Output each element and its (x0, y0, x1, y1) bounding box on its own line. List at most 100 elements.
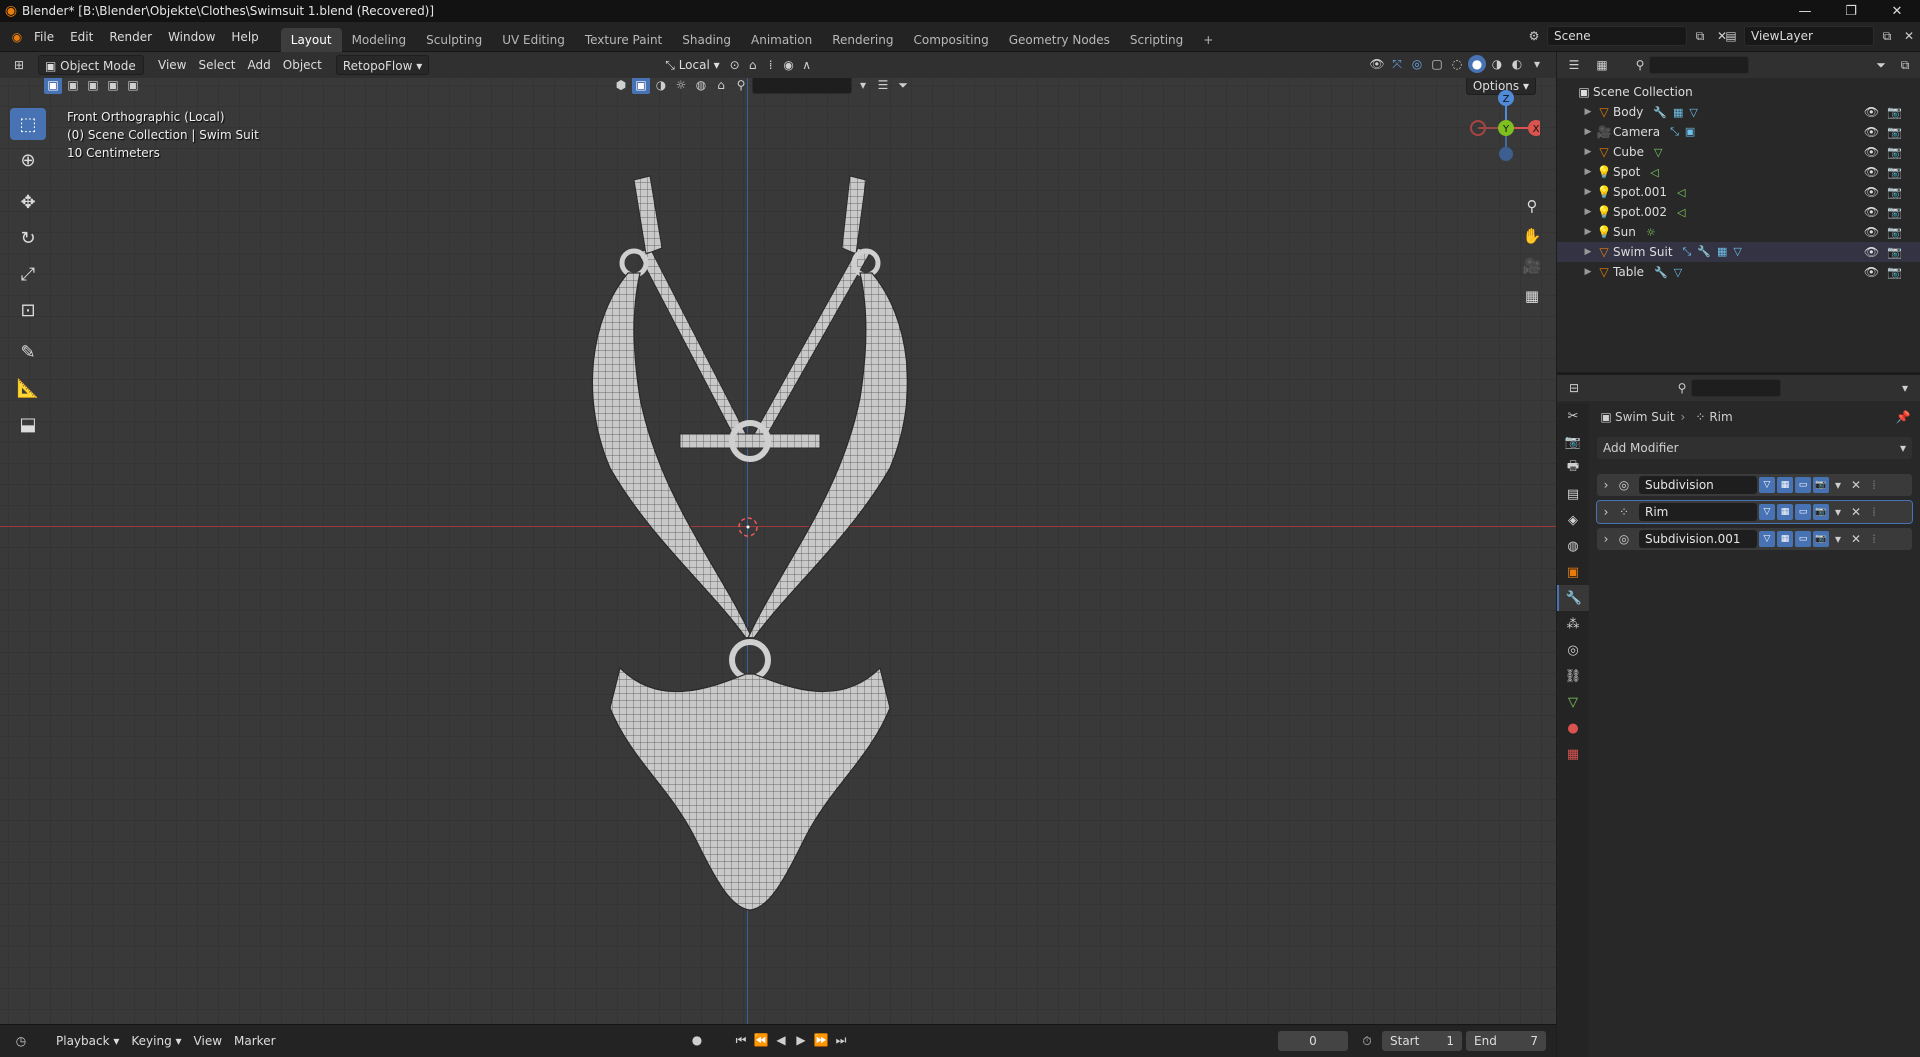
next-keyframe-icon[interactable]: ⏩ (812, 1031, 830, 1049)
overlay-toggle-icon[interactable]: ◎ (1408, 55, 1426, 73)
visibility-camera-icons[interactable]: 👁📷 (1864, 205, 1910, 219)
object-filter-icon[interactable]: ▣ (632, 78, 650, 94)
expand-arrow-icon[interactable]: ▶ (1581, 167, 1595, 177)
tab-geometry-nodes[interactable]: Geometry Nodes (999, 28, 1120, 52)
expand-arrow-icon[interactable]: ▶ (1581, 247, 1595, 257)
editor-type-icon[interactable]: ⊞ (10, 56, 28, 74)
edit-cage-toggle-icon[interactable]: ▽ (1759, 477, 1775, 493)
outliner-item-cube[interactable]: ▶ ▽ Cube ▽ 👁📷 (1557, 142, 1920, 162)
menu-window[interactable]: Window (160, 26, 223, 48)
new-view-layer-icon[interactable]: ⧉ (1878, 27, 1896, 45)
render-tab-icon[interactable]: 📷 (1557, 429, 1589, 455)
expand-arrow-icon[interactable]: ▶ (1581, 207, 1595, 217)
scene-tab-icon[interactable]: ◈ (1557, 507, 1589, 533)
scene-name-field[interactable]: Scene (1547, 26, 1687, 46)
modifier-subdivision-001[interactable]: › ◎ Subdivision.001 ▽ ▦ ▭ 📷 ▾ ✕ ⁞ (1597, 528, 1912, 550)
close-window-button[interactable]: ✕ (1874, 0, 1920, 22)
add-cube-tool-icon[interactable]: ⬓ (10, 408, 46, 440)
display-mode-icon[interactable]: ▦ (1593, 56, 1611, 74)
expand-arrow-icon[interactable]: › (1597, 530, 1615, 548)
cube-filter-icon[interactable]: ⬢ (612, 78, 630, 94)
object-tab-icon[interactable]: ▣ (1557, 559, 1589, 585)
timeline-editor-icon[interactable]: ◷ (12, 1032, 30, 1050)
new-scene-icon[interactable]: ⧉ (1691, 27, 1709, 45)
select-invert-icon[interactable]: ▣ (104, 78, 122, 94)
play-icon[interactable]: ▶ (792, 1031, 810, 1049)
tab-compositing[interactable]: Compositing (903, 28, 998, 52)
render-toggle-icon[interactable]: 📷 (1813, 477, 1829, 493)
filter-dropdown-icon[interactable]: ▾ (854, 78, 872, 94)
outliner-item-table[interactable]: ▶ ▽ Table 🔧▽ 👁📷 (1557, 262, 1920, 282)
menu-add[interactable]: Add (242, 55, 277, 75)
tab-shading[interactable]: Shading (672, 28, 741, 52)
modifier-tab-icon[interactable]: 🔧 (1557, 585, 1589, 611)
navigation-gizmo[interactable]: Z X Y (1460, 86, 1540, 166)
pivot-icon[interactable]: ⊙ (726, 56, 744, 74)
expand-arrow-icon[interactable]: ▶ (1581, 147, 1595, 157)
timeline-view-menu[interactable]: View (188, 1031, 228, 1051)
add-modifier-dropdown[interactable]: Add Modifier ▾ (1597, 437, 1912, 459)
menu-help[interactable]: Help (223, 26, 266, 48)
render-toggle-icon[interactable]: 📷 (1813, 531, 1829, 547)
camera-view-icon[interactable]: 🎥 (1518, 252, 1546, 280)
expand-arrow-icon[interactable]: › (1597, 476, 1615, 494)
viewport-toggle-icon[interactable]: ▭ (1795, 477, 1811, 493)
start-frame-field[interactable]: Start 1 (1382, 1031, 1462, 1051)
outliner-item-spot-001[interactable]: ▶ 💡 Spot.001 ◁ 👁📷 (1557, 182, 1920, 202)
prev-keyframe-icon[interactable]: ⏪ (752, 1031, 770, 1049)
outliner-item-spot[interactable]: ▶ 💡 Spot ◁ 👁📷 (1557, 162, 1920, 182)
menu-edit[interactable]: Edit (62, 26, 101, 48)
timer-icon[interactable]: ⏱ (1358, 1032, 1376, 1050)
constraints-tab-icon[interactable]: ⛓ (1557, 663, 1589, 689)
expand-arrow-icon[interactable]: ▶ (1581, 267, 1595, 277)
keying-menu[interactable]: Keying ▾ (125, 1031, 187, 1051)
modifier-menu-icon[interactable]: ▾ (1829, 503, 1847, 521)
zoom-icon[interactable]: ⚲ (1518, 192, 1546, 220)
outliner-item-sun[interactable]: ▶ 💡 Sun ☼ 👁📷 (1557, 222, 1920, 242)
visibility-camera-icons[interactable]: 👁📷 (1864, 105, 1910, 119)
rendered-shading-icon[interactable]: ◐ (1508, 55, 1526, 73)
edit-cage-toggle-icon[interactable]: ▽ (1759, 504, 1775, 520)
funnel-icon[interactable]: ⏷ (894, 78, 912, 94)
viewport-toggle-icon[interactable]: ▭ (1795, 531, 1811, 547)
visibility-camera-icons[interactable]: 👁📷 (1864, 225, 1910, 239)
drag-handle-icon[interactable]: ⁞ (1865, 476, 1883, 494)
visibility-camera-icons[interactable]: 👁📷 (1864, 165, 1910, 179)
retopoflow-menu[interactable]: RetopoFlow ▾ (335, 55, 430, 75)
modifier-menu-icon[interactable]: ▾ (1829, 530, 1847, 548)
mode-dropdown[interactable]: ▣ Object Mode ▾ (38, 55, 144, 93)
remove-modifier-icon[interactable]: ✕ (1847, 503, 1865, 521)
world-tab-icon[interactable]: ◍ (1557, 533, 1589, 559)
visibility-icon[interactable]: 👁 (1368, 55, 1386, 73)
add-workspace-button[interactable]: + (1193, 28, 1223, 52)
measure-tool-icon[interactable]: 📐 (10, 372, 46, 404)
snap-icon[interactable]: ⌂ (744, 56, 762, 74)
expand-arrow-icon[interactable]: › (1597, 503, 1615, 521)
rotate-tool-icon[interactable]: ↻ (10, 222, 46, 254)
scene-icon[interactable]: ⚙ (1525, 27, 1543, 45)
select-intersect-icon[interactable]: ▣ (124, 78, 142, 94)
restore-button[interactable]: ❐ (1828, 0, 1874, 22)
properties-options-icon[interactable]: ▾ (1896, 379, 1914, 397)
viewport-toggle-icon[interactable]: ▭ (1795, 504, 1811, 520)
marker-menu[interactable]: Marker (228, 1031, 281, 1051)
record-icon[interactable]: ● (688, 1031, 706, 1049)
outliner-item-camera[interactable]: ▶ 🎥 Camera ⤡▣ 👁📷 (1557, 122, 1920, 142)
properties-editor-icon[interactable]: ⊟ (1565, 379, 1583, 397)
edit-mode-toggle-icon[interactable]: ▦ (1777, 504, 1793, 520)
visibility-camera-icons[interactable]: 👁📷 (1864, 265, 1910, 279)
minimize-button[interactable]: — (1782, 0, 1828, 22)
properties-search-input[interactable] (1691, 379, 1781, 397)
move-tool-icon[interactable]: ✥ (10, 186, 46, 218)
edit-mode-toggle-icon[interactable]: ▦ (1777, 531, 1793, 547)
modifier-subdivision[interactable]: › ◎ Subdivision ▽ ▦ ▭ 📷 ▾ ✕ ⁞ (1597, 474, 1912, 496)
tab-scripting[interactable]: Scripting (1120, 28, 1193, 52)
view-layer-field[interactable]: ViewLayer (1744, 26, 1874, 46)
sort-icon[interactable]: ☰ (874, 78, 892, 94)
material-tab-icon[interactable]: ● (1557, 715, 1589, 741)
remove-modifier-icon[interactable]: ✕ (1847, 476, 1865, 494)
pan-hand-icon[interactable]: ✋ (1518, 222, 1546, 250)
drag-handle-icon[interactable]: ⁞ (1865, 503, 1883, 521)
tab-layout[interactable]: Layout (280, 27, 342, 52)
current-frame-field[interactable]: 0 (1278, 1031, 1348, 1051)
